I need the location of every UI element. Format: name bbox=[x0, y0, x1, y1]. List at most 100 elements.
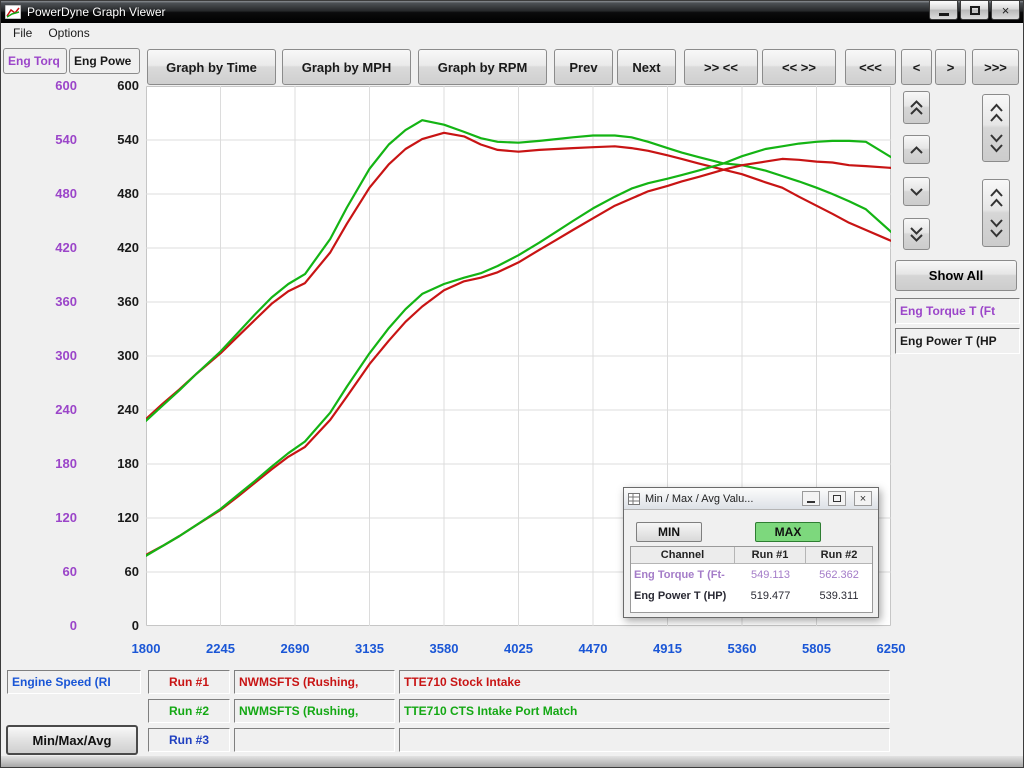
y-scroll-double-up-button[interactable] bbox=[903, 91, 930, 124]
x-channel-box[interactable]: Engine Speed (RI bbox=[7, 670, 141, 694]
rpm-axis-tick: 4915 bbox=[638, 641, 698, 656]
chevron-down-icon bbox=[909, 187, 924, 197]
run3-operator-box[interactable] bbox=[234, 728, 395, 752]
rpm-axis-tick: 5360 bbox=[712, 641, 772, 656]
minmax-close-button[interactable]: × bbox=[854, 491, 872, 506]
restore-icon bbox=[833, 495, 841, 502]
y-range-expand-top-button[interactable] bbox=[982, 94, 1010, 162]
run1-operator-box[interactable]: NWMSFTS (Rushing, bbox=[234, 670, 395, 694]
power-axis-tick: 300 bbox=[93, 348, 139, 363]
run2-label-box[interactable]: Run #2 bbox=[148, 699, 230, 723]
power-axis-tick: 120 bbox=[93, 510, 139, 525]
app-icon bbox=[5, 5, 21, 19]
legend-eng-torque[interactable]: Eng Torque T (Ft bbox=[895, 298, 1020, 324]
torque-axis-tick: 180 bbox=[31, 456, 77, 471]
rpm-axis-tick: 3135 bbox=[340, 641, 400, 656]
chevron-up-icon bbox=[909, 145, 924, 155]
expand-chevrons-icon bbox=[989, 102, 1004, 154]
pan-right-button[interactable]: > bbox=[935, 49, 966, 85]
torque-axis-tick: 60 bbox=[31, 564, 77, 579]
pan-left-button[interactable]: < bbox=[901, 49, 932, 85]
rpm-axis-tick: 2245 bbox=[191, 641, 251, 656]
close-icon: × bbox=[1002, 3, 1010, 18]
channel-name: Eng Power T (HP) bbox=[631, 590, 735, 602]
minmax-window[interactable]: Min / Max / Avg Valu... × MIN MAX Channe… bbox=[623, 487, 879, 618]
power-axis-tick: 360 bbox=[93, 294, 139, 309]
pan-far-right-button[interactable]: >>> bbox=[972, 49, 1019, 85]
run2-description-box[interactable]: TTE710 CTS Intake Port Match bbox=[399, 699, 890, 723]
title-bar[interactable]: PowerDyne Graph Viewer × bbox=[1, 1, 1023, 23]
torque-axis-tick: 120 bbox=[31, 510, 77, 525]
window-bottom-edge bbox=[1, 756, 1023, 768]
legend-eng-power[interactable]: Eng Power T (HP bbox=[895, 328, 1020, 354]
torque-axis-tick: 360 bbox=[31, 294, 77, 309]
rpm-axis-tick: 4025 bbox=[489, 641, 549, 656]
next-button[interactable]: Next bbox=[617, 49, 676, 85]
minmax-table: Channel Run #1 Run #2 Eng Torque T (Ft- … bbox=[630, 546, 873, 613]
close-button[interactable]: × bbox=[991, 1, 1020, 20]
minimize-icon bbox=[807, 501, 815, 503]
y-range-expand-bottom-button[interactable] bbox=[982, 179, 1010, 247]
double-chevron-down-icon bbox=[909, 226, 924, 243]
power-axis-tick: 240 bbox=[93, 402, 139, 417]
prev-button[interactable]: Prev bbox=[554, 49, 613, 85]
minimize-button[interactable] bbox=[929, 1, 958, 20]
zoom-out-x-button[interactable]: << >> bbox=[762, 49, 836, 85]
run1-label-box[interactable]: Run #1 bbox=[148, 670, 230, 694]
graph-by-time-button[interactable]: Graph by Time bbox=[147, 49, 276, 85]
rpm-axis-tick: 5805 bbox=[787, 641, 847, 656]
minmax-minimize-button[interactable] bbox=[802, 491, 820, 506]
tab-eng-torque-axis[interactable]: Eng Torq bbox=[3, 48, 67, 74]
run2-max-power-value: 539.311 bbox=[806, 590, 872, 602]
torque-axis-tick: 0 bbox=[31, 618, 77, 633]
run3-label-box[interactable]: Run #3 bbox=[148, 728, 230, 752]
window-title: PowerDyne Graph Viewer bbox=[27, 5, 166, 19]
column-header-channel[interactable]: Channel bbox=[631, 547, 735, 564]
torque-axis-tick: 480 bbox=[31, 186, 77, 201]
show-all-button[interactable]: Show All bbox=[895, 260, 1017, 291]
rpm-axis-tick: 1800 bbox=[116, 641, 176, 656]
menu-file[interactable]: File bbox=[5, 24, 40, 42]
torque-axis-tick: 540 bbox=[31, 132, 77, 147]
column-header-run2[interactable]: Run #2 bbox=[806, 547, 872, 564]
run2-operator-box[interactable]: NWMSFTS (Rushing, bbox=[234, 699, 395, 723]
run3-description-box[interactable] bbox=[399, 728, 890, 752]
torque-axis-tick: 600 bbox=[31, 78, 77, 93]
column-header-run1[interactable]: Run #1 bbox=[735, 547, 806, 564]
channel-name: Eng Torque T (Ft- bbox=[631, 569, 735, 581]
minmax-window-title: Min / Max / Avg Valu... bbox=[645, 493, 753, 505]
max-toggle-button[interactable]: MAX bbox=[755, 522, 821, 542]
minmax-restore-button[interactable] bbox=[828, 491, 846, 506]
graph-by-rpm-button[interactable]: Graph by RPM bbox=[418, 49, 547, 85]
tab-eng-power-axis[interactable]: Eng Powe bbox=[69, 48, 140, 74]
power-axis-tick: 60 bbox=[93, 564, 139, 579]
y-scroll-double-down-button[interactable] bbox=[903, 218, 930, 250]
pan-far-left-button[interactable]: <<< bbox=[845, 49, 896, 85]
min-toggle-button[interactable]: MIN bbox=[636, 522, 702, 542]
menu-options[interactable]: Options bbox=[40, 24, 97, 42]
table-row: Eng Torque T (Ft- 549.113 562.362 bbox=[631, 564, 872, 585]
y-scroll-up-button[interactable] bbox=[903, 135, 930, 164]
power-axis-tick: 480 bbox=[93, 186, 139, 201]
minimize-icon bbox=[939, 13, 949, 16]
minmax-window-icon bbox=[628, 493, 640, 505]
torque-axis-tick: 300 bbox=[31, 348, 77, 363]
minmax-titlebar[interactable]: Min / Max / Avg Valu... × bbox=[624, 488, 878, 510]
close-icon: × bbox=[860, 493, 866, 505]
run1-description-box[interactable]: TTE710 Stock Intake bbox=[399, 670, 890, 694]
y-scroll-down-button[interactable] bbox=[903, 177, 930, 206]
maximize-button[interactable] bbox=[960, 1, 989, 20]
run1-max-torque-value: 549.113 bbox=[735, 569, 806, 581]
power-axis-tick: 540 bbox=[93, 132, 139, 147]
menu-bar: File Options bbox=[1, 23, 1023, 43]
minmax-avg-button[interactable]: Min/Max/Avg bbox=[6, 725, 138, 755]
rpm-axis-tick: 4470 bbox=[563, 641, 623, 656]
graph-by-mph-button[interactable]: Graph by MPH bbox=[282, 49, 411, 85]
power-axis-tick: 0 bbox=[93, 618, 139, 633]
powerdyne-window: PowerDyne Graph Viewer × File Options En… bbox=[0, 0, 1024, 768]
maximize-icon bbox=[970, 6, 980, 15]
power-axis-tick: 180 bbox=[93, 456, 139, 471]
zoom-in-x-button[interactable]: >> << bbox=[684, 49, 758, 85]
torque-axis-tick: 420 bbox=[31, 240, 77, 255]
torque-axis-tick: 240 bbox=[31, 402, 77, 417]
